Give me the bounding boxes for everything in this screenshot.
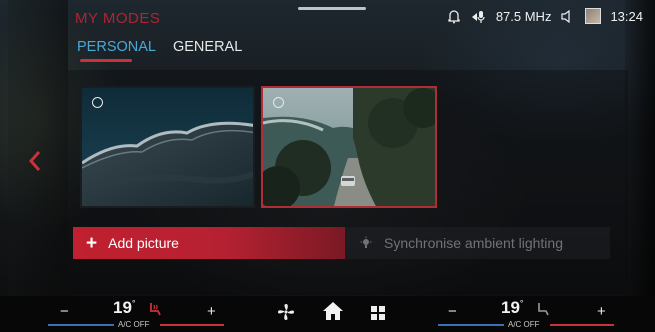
ambient-light-icon bbox=[360, 236, 372, 248]
home-icon[interactable] bbox=[322, 301, 344, 321]
picture-card-coastal-road[interactable] bbox=[261, 86, 437, 208]
speaker-icon[interactable] bbox=[560, 8, 576, 24]
right-temp-increase-button[interactable]: + bbox=[597, 303, 606, 320]
right-temperature[interactable]: 19° bbox=[501, 298, 524, 318]
select-radio-coastal-road[interactable] bbox=[273, 97, 284, 108]
profile-thumbnail[interactable] bbox=[585, 8, 602, 24]
fan-icon[interactable] bbox=[277, 303, 295, 321]
tab-general[interactable]: GENERAL bbox=[173, 39, 242, 55]
aerial-coast-picture bbox=[82, 88, 253, 206]
right-cool-indicator bbox=[438, 324, 504, 326]
radio-frequency: 87.5 MHz bbox=[495, 8, 552, 24]
left-temp-increase-button[interactable]: + bbox=[207, 303, 216, 320]
page-title: MY MODES bbox=[75, 10, 161, 27]
tab-personal[interactable]: PERSONAL bbox=[77, 39, 156, 55]
apps-grid-icon[interactable] bbox=[371, 306, 385, 320]
clock: 13:24 bbox=[610, 8, 643, 24]
status-bar: 87.5 MHz 13:24 bbox=[446, 8, 643, 24]
plus-icon: + bbox=[86, 232, 98, 254]
back-chevron-icon[interactable] bbox=[28, 150, 46, 172]
right-seat-heating-icon[interactable] bbox=[536, 302, 550, 316]
right-ac-status: A/C OFF bbox=[508, 320, 540, 329]
left-temperature-value: 19 bbox=[113, 298, 132, 317]
left-heat-indicator bbox=[160, 324, 224, 326]
add-picture-label: Add picture bbox=[108, 235, 179, 251]
right-temperature-value: 19 bbox=[501, 298, 520, 317]
right-degree-symbol: ° bbox=[519, 298, 524, 309]
synchronise-ambient-lighting-toggle[interactable]: Synchronise ambient lighting bbox=[345, 227, 610, 259]
left-ac-status: A/C OFF bbox=[118, 320, 150, 329]
left-temp-decrease-button[interactable]: − bbox=[60, 303, 69, 320]
add-picture-button[interactable]: + Add picture bbox=[73, 227, 345, 259]
left-degree-symbol: ° bbox=[131, 298, 136, 309]
microphone-signal-icon bbox=[471, 8, 487, 24]
coastal-road-picture bbox=[263, 88, 435, 206]
right-heat-indicator bbox=[550, 324, 614, 326]
infotainment-screen: MY MODES PERSONAL GENERAL 87.5 MHz 13:24 bbox=[0, 0, 655, 332]
left-cool-indicator bbox=[48, 324, 114, 326]
mode-tabs: PERSONAL GENERAL bbox=[77, 39, 242, 55]
notification-bell-icon[interactable] bbox=[446, 8, 462, 24]
drag-handle[interactable] bbox=[298, 7, 366, 10]
left-temperature[interactable]: 19° bbox=[113, 298, 136, 318]
select-radio-aerial-coast[interactable] bbox=[92, 97, 103, 108]
left-seat-heating-icon[interactable] bbox=[148, 302, 162, 316]
right-temp-decrease-button[interactable]: − bbox=[448, 303, 457, 320]
picture-card-aerial-coast[interactable] bbox=[80, 86, 255, 208]
synchronise-label: Synchronise ambient lighting bbox=[384, 235, 563, 251]
active-tab-indicator bbox=[80, 59, 132, 62]
background-right-edge bbox=[625, 0, 655, 300]
